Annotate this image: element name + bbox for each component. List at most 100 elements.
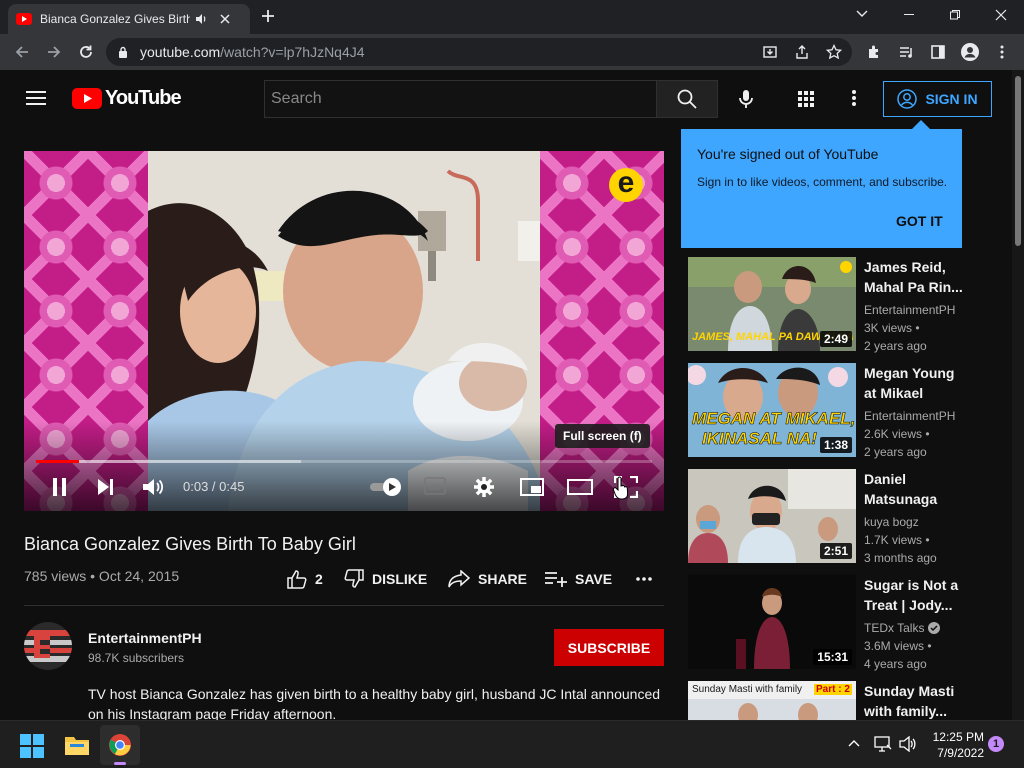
extensions-icon[interactable] xyxy=(864,42,884,62)
voice-search-button[interactable] xyxy=(738,89,754,109)
page-scrollbar[interactable] xyxy=(1012,70,1024,720)
current-time: 0:03 xyxy=(183,479,209,494)
progress-bar[interactable] xyxy=(36,460,652,463)
popup-title: You're signed out of YouTube xyxy=(697,146,879,162)
chrome-taskbar-button[interactable] xyxy=(100,725,140,765)
theater-mode-button[interactable] xyxy=(567,479,593,495)
channel-watermark-logo: e xyxy=(609,168,643,202)
related-video-3[interactable]: 2:51 Daniel Matsunaga @... kuya bogz 1.7… xyxy=(688,469,1012,565)
close-window-button[interactable] xyxy=(978,0,1024,30)
info-divider xyxy=(24,605,664,606)
related-channel: TEDx Talks xyxy=(864,621,925,635)
clock-time: 12:25 PM xyxy=(932,730,984,744)
address-bar[interactable]: youtube.com/watch?v=lp7hJzNq4J4 xyxy=(106,38,852,66)
share-page-icon[interactable] xyxy=(792,42,812,62)
related-views: 3K views • xyxy=(864,321,920,335)
search-button[interactable] xyxy=(656,80,718,118)
video-duration: 2:51 xyxy=(819,543,852,559)
related-thumbnail[interactable]: JAMES, MAHAL PA DAW SI NA 2:49 xyxy=(688,257,856,351)
channel-name[interactable]: EntertainmentPH xyxy=(88,630,202,646)
related-thumbnail[interactable]: 15:31 xyxy=(688,575,856,669)
hamburger-menu-icon[interactable] xyxy=(26,90,46,106)
related-views: 3.6M views • xyxy=(864,639,932,653)
search-input[interactable]: Search xyxy=(264,80,656,118)
file-explorer-button[interactable] xyxy=(64,734,90,756)
install-app-icon[interactable] xyxy=(760,42,780,62)
subscribe-button[interactable]: SUBSCRIBE xyxy=(554,629,664,666)
browser-tab[interactable]: Bianca Gonzalez Gives Birth To Baby Girl xyxy=(8,4,250,34)
apps-grid-icon[interactable] xyxy=(798,91,814,107)
settings-gear-icon xyxy=(474,477,494,497)
like-count: 2 xyxy=(315,571,323,587)
related-video-2[interactable]: MEGAN AT MIKAEL, IKINASAL NA! 1:38 Megan… xyxy=(688,363,1012,459)
thumbnail-caption-line2: IKINASAL NA! xyxy=(702,429,817,449)
related-thumbnail[interactable]: 2:51 xyxy=(688,469,856,563)
start-button[interactable] xyxy=(20,734,44,758)
save-button[interactable]: SAVE xyxy=(545,568,612,590)
side-panel-icon[interactable] xyxy=(928,42,948,62)
share-button[interactable]: SHARE xyxy=(448,568,527,590)
tab-title: Bianca Gonzalez Gives Birth To Baby Girl xyxy=(40,12,190,26)
windows-logo-icon xyxy=(20,734,44,758)
channel-avatar[interactable] xyxy=(24,622,72,670)
audio-playing-icon[interactable] xyxy=(194,12,208,26)
related-video-5[interactable]: Sunday Masti with family Part : 2 Sunday… xyxy=(688,681,1012,720)
media-control-icon[interactable] xyxy=(896,42,916,62)
view-count-date: 785 views • Oct 24, 2015 xyxy=(24,568,180,584)
related-video-4[interactable]: 15:31 Sugar is Not a Treat | Jody... TED… xyxy=(688,575,1012,671)
restore-button[interactable] xyxy=(932,0,978,30)
autoplay-toggle[interactable] xyxy=(368,477,404,497)
autoplay-icon xyxy=(370,478,401,496)
forward-icon[interactable] xyxy=(44,42,64,62)
related-title[interactable]: Sunday Masti with family... xyxy=(864,681,964,720)
related-age: 2 years ago xyxy=(864,339,927,353)
youtube-logo[interactable]: YouTube xyxy=(72,87,182,110)
like-button[interactable]: 2 xyxy=(287,568,323,590)
reload-icon[interactable] xyxy=(76,42,96,62)
related-title[interactable]: Daniel Matsunaga @... xyxy=(864,469,964,509)
thumbs-up-icon xyxy=(287,570,307,589)
dislike-button[interactable]: DISLIKE xyxy=(344,568,427,590)
speaker-icon[interactable] xyxy=(899,736,917,752)
minimize-button[interactable] xyxy=(886,0,932,30)
sign-in-button[interactable]: SIGN IN xyxy=(883,81,992,117)
tab-close-icon[interactable] xyxy=(220,14,230,24)
got-it-button[interactable]: GOT IT xyxy=(896,213,943,229)
clock[interactable]: 12:25 PM 7/9/2022 xyxy=(930,729,984,761)
pause-button[interactable] xyxy=(51,477,69,497)
search-placeholder: Search xyxy=(271,90,322,107)
related-video-1[interactable]: JAMES, MAHAL PA DAW SI NA 2:49 James Rei… xyxy=(688,257,1012,353)
related-title[interactable]: James Reid, Mahal Pa Rin... xyxy=(864,257,964,297)
next-button[interactable] xyxy=(97,478,115,496)
settings-button[interactable] xyxy=(473,476,495,498)
video-player[interactable]: e Full screen (f) 0:03 / 0:45 CC xyxy=(24,151,664,511)
youtube-logo-icon xyxy=(72,88,102,109)
show-hidden-icons-button[interactable] xyxy=(848,739,860,747)
lock-icon[interactable] xyxy=(118,46,128,58)
related-thumbnail[interactable]: Sunday Masti with family Part : 2 xyxy=(688,681,856,720)
related-title[interactable]: Sugar is Not a Treat | Jody... xyxy=(864,575,964,615)
subtitles-button[interactable]: CC xyxy=(424,477,446,495)
popup-arrow xyxy=(912,120,930,129)
chevron-up-icon xyxy=(848,740,860,747)
chrome-menu-icon[interactable] xyxy=(992,42,1012,62)
network-icon[interactable] xyxy=(874,736,892,752)
bookmark-star-icon[interactable] xyxy=(824,42,844,62)
thumbnail-part-badge: Part : 2 xyxy=(814,684,852,695)
profile-icon[interactable] xyxy=(960,42,980,62)
verified-check-icon xyxy=(928,622,941,634)
miniplayer-button[interactable] xyxy=(520,478,544,496)
volume-button[interactable] xyxy=(142,477,164,497)
fullscreen-tooltip: Full screen (f) xyxy=(555,424,650,448)
tab-search-icon[interactable] xyxy=(856,10,868,18)
related-title[interactable]: Megan Young at Mikael Dae... xyxy=(864,363,964,403)
more-actions-button[interactable] xyxy=(636,568,652,590)
sign-in-label: SIGN IN xyxy=(925,91,978,107)
back-icon[interactable] xyxy=(12,42,32,62)
related-thumbnail[interactable]: MEGAN AT MIKAEL, IKINASAL NA! 1:38 xyxy=(688,363,856,457)
settings-more-icon[interactable] xyxy=(852,90,856,106)
new-tab-button[interactable] xyxy=(260,8,276,24)
notification-badge[interactable]: 1 xyxy=(988,736,1004,752)
scrollbar-thumb[interactable] xyxy=(1015,76,1021,246)
pause-icon xyxy=(53,478,66,496)
